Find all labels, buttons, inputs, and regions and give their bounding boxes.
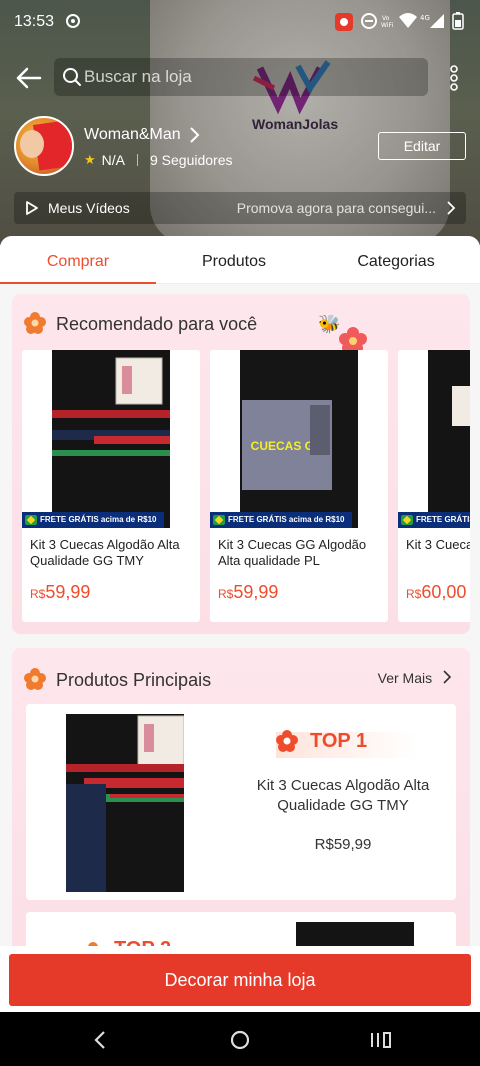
chevron-right-icon: [443, 670, 452, 684]
flower-icon: [276, 730, 298, 752]
top-rank-badge: TOP 2: [114, 938, 171, 946]
shop-tabs: Comprar Produtos Categorias: [0, 236, 480, 284]
nav-home-icon[interactable]: [226, 1026, 254, 1054]
main-products-title: Produtos Principais: [56, 670, 212, 690]
top-product-card[interactable]: TOP 2: [26, 912, 456, 946]
edit-shop-button[interactable]: Editar: [378, 132, 466, 160]
tab-comprar[interactable]: Comprar: [0, 236, 156, 284]
avatar-face: [20, 130, 44, 158]
main-products-section: Produtos Principais Ver Mais TOP 1 Kit 3…: [12, 648, 470, 946]
shop-followers: 9 Seguidores: [150, 152, 233, 168]
flower-icon: [24, 312, 46, 334]
signal-icon: 4G: [420, 14, 444, 28]
svg-text:Vo: Vo: [382, 15, 390, 22]
flower-icon: [24, 668, 46, 690]
video-icon: [26, 201, 38, 215]
top-bar: [0, 58, 480, 98]
recommended-product-card[interactable]: CUECAS GG FRETE GRÁTIS acima de R$10 Kit…: [210, 350, 388, 622]
my-videos-bar[interactable]: Meus Vídeos Promova agora para consegui.…: [14, 192, 466, 224]
free-shipping-badge: FRETE GRÁTIS acima de R$10: [210, 512, 353, 528]
underwear-image: [428, 350, 470, 528]
recommended-title: Recomendado para você: [56, 314, 258, 334]
free-shipping-label: FRETE GRÁTIS acima de R$10: [416, 515, 470, 524]
product-price: R$59,99: [30, 582, 90, 603]
svg-text:WiFi: WiFi: [381, 22, 393, 29]
recommended-product-card[interactable]: FRETE GRÁTIS acima de R$10 Kit 3 Cuecas …: [22, 350, 200, 622]
shop-avatar[interactable]: [14, 116, 74, 176]
product-name: Kit 3 Cuecas Algodão Alta Qualidade GG T…: [30, 537, 180, 568]
product-price: R$60,00: [406, 582, 466, 603]
brazil-flag-icon: [401, 515, 413, 525]
brazil-flag-icon: [25, 515, 37, 525]
product-image: [296, 922, 414, 946]
shop-info: Woman&Man ★ N/A 9 Seguidores Editar: [0, 116, 480, 178]
product-image: [22, 350, 200, 528]
underwear-box-image: CUECAS GG: [240, 350, 358, 528]
system-navigation-bar: [0, 1012, 480, 1066]
product-image: [398, 350, 470, 528]
back-arrow-icon[interactable]: [12, 62, 44, 94]
product-price: R$59,99: [314, 836, 372, 853]
shop-name[interactable]: Woman&Man: [84, 126, 181, 144]
svg-text:4G: 4G: [420, 14, 430, 22]
star-icon: ★: [84, 152, 96, 167]
wifi-icon: [399, 13, 417, 28]
store-search-input[interactable]: [84, 58, 414, 96]
vowifi-icon: Vo WiFi: [381, 15, 393, 29]
more-options-icon[interactable]: [444, 64, 464, 92]
shop-content: Comprar Produtos Categorias Recomendado …: [0, 236, 480, 946]
currency-symbol: R$: [30, 587, 46, 601]
product-image: [66, 714, 184, 892]
shop-stats: ★ N/A 9 Seguidores: [84, 152, 233, 168]
underwear-image: [52, 350, 170, 528]
decorate-shop-button[interactable]: Decorar minha loja: [9, 954, 471, 1006]
shop-header: WomanJolas 13:53 Vo WiFi 4G Buscar na lo…: [0, 0, 480, 245]
tab-categorias[interactable]: Categorias: [312, 236, 480, 284]
nav-back-icon[interactable]: [86, 1026, 114, 1054]
top-product-card[interactable]: TOP 1 Kit 3 Cuecas Algodão Alta Qualidad…: [26, 704, 456, 900]
currency-symbol: R$: [406, 587, 422, 601]
product-name: Kit 3 Cuecas Algodão Alta Qualidade GG T…: [256, 777, 430, 814]
shop-rating: N/A: [101, 152, 125, 168]
product-name: Kit 3 Cuecas Qualidade: [406, 537, 470, 552]
search-icon: [63, 68, 81, 86]
product-image: CUECAS GG: [210, 350, 388, 528]
free-shipping-label: FRETE GRÁTIS acima de R$10: [40, 515, 157, 524]
see-more-link[interactable]: Ver Mais: [378, 670, 452, 686]
chevron-right-icon[interactable]: [188, 126, 200, 144]
settings-status-icon: [66, 14, 80, 28]
battery-icon: [452, 12, 464, 30]
price-value: 60,00: [421, 582, 467, 602]
product-name: Kit 3 Cuecas GG Algodão Alta qualidade P…: [218, 537, 367, 568]
price-value: 59,99: [233, 582, 279, 602]
my-videos-label: Meus Vídeos: [48, 200, 130, 216]
free-shipping-label: FRETE GRÁTIS acima de R$10: [228, 515, 345, 524]
do-not-disturb-icon: [361, 13, 377, 29]
brazil-flag-icon: [213, 515, 225, 525]
promote-text: Promova agora para consegui...: [236, 200, 436, 216]
record-icon: [335, 13, 353, 31]
nav-recents-icon[interactable]: [366, 1026, 394, 1054]
recommended-section: Recomendado para você 🐝 FRETE GRÁTIS aci…: [12, 294, 470, 634]
currency-symbol: R$: [218, 587, 234, 601]
top-rank-badge: TOP 1: [310, 730, 368, 752]
chevron-right-icon: [447, 201, 456, 215]
product-price: R$59,99: [218, 582, 278, 603]
active-tab-indicator: [0, 282, 156, 284]
stats-divider: [137, 154, 138, 166]
tab-produtos[interactable]: Produtos: [156, 236, 312, 284]
status-bar: 13:53 Vo WiFi 4G: [0, 0, 480, 44]
status-time: 13:53: [14, 13, 55, 30]
store-search-box[interactable]: [54, 58, 428, 96]
free-shipping-badge: FRETE GRÁTIS acima de R$10: [22, 512, 165, 528]
see-more-label: Ver Mais: [377, 670, 433, 686]
price-value: 59,99: [45, 582, 91, 602]
bottom-action-bar: Decorar minha loja: [0, 946, 480, 1012]
free-shipping-badge: FRETE GRÁTIS acima de R$10: [398, 512, 470, 528]
recommended-product-card[interactable]: FRETE GRÁTIS acima de R$10 Kit 3 Cuecas …: [398, 350, 470, 622]
